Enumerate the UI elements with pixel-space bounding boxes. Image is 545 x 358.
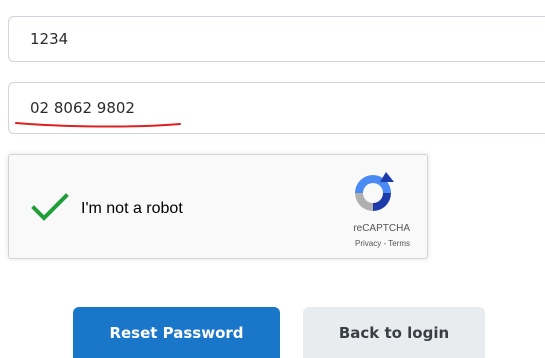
recaptcha-label: I'm not a robot bbox=[81, 200, 183, 217]
terms-link[interactable]: Terms bbox=[388, 239, 410, 248]
recaptcha-widget: I'm not a robot reCAPTCHA Privacy - Term… bbox=[8, 154, 428, 259]
phone-input[interactable] bbox=[9, 83, 545, 133]
phone-field[interactable] bbox=[8, 82, 545, 134]
recaptcha-logo-icon bbox=[355, 172, 394, 211]
back-to-login-button[interactable]: Back to login bbox=[303, 307, 485, 358]
recaptcha-links: Privacy - Terms bbox=[355, 239, 410, 248]
code-input[interactable] bbox=[9, 17, 545, 61]
reset-password-button[interactable]: Reset Password bbox=[73, 307, 280, 358]
privacy-link[interactable]: Privacy bbox=[355, 239, 381, 248]
code-field[interactable] bbox=[8, 16, 545, 62]
checkmark-icon[interactable] bbox=[31, 193, 69, 221]
recaptcha-brand: reCAPTCHA bbox=[353, 223, 410, 234]
